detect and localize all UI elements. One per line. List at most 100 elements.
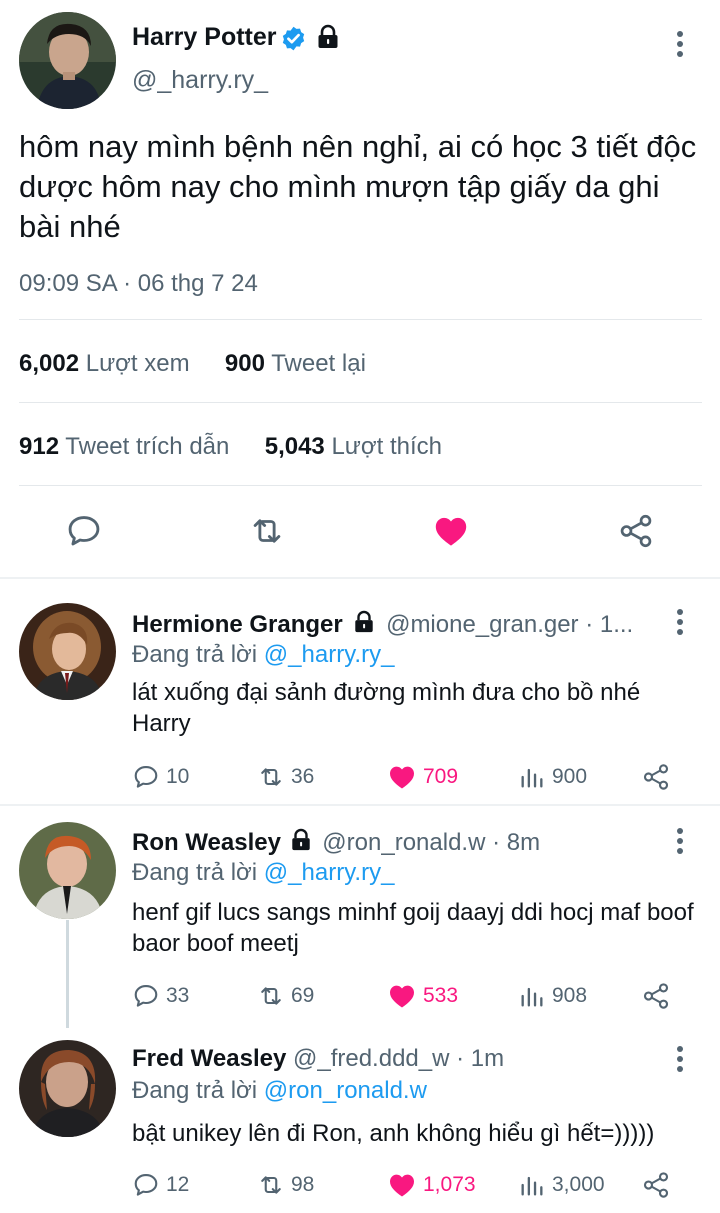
retweet-count-button[interactable]: 69 <box>257 981 314 1011</box>
like-count: 533 <box>423 984 459 1007</box>
reply-count-button[interactable]: 12 <box>132 1170 189 1200</box>
reply-author-handle[interactable]: @ron_ronald.w · 8m <box>322 829 540 856</box>
retweet-count: 69 <box>291 984 315 1007</box>
reply-text: henf gif lucs sangs minhf goij daayj ddi… <box>132 899 694 957</box>
more-options-icon[interactable] <box>676 1046 684 1072</box>
reply-metrics: 12 98 1,073 3,000 <box>132 1170 677 1200</box>
reply-author-name[interactable]: Hermione Granger <box>132 611 343 638</box>
like-count-button[interactable]: 533 <box>387 981 458 1011</box>
replying-to-label: Đang trả lời <box>132 1077 264 1104</box>
reply-author-handle[interactable]: @_fred.ddd_w · 1m <box>293 1045 504 1072</box>
share-icon[interactable] <box>641 762 671 792</box>
retweet-icon <box>261 768 281 786</box>
main-tweet: Harry Potter @_harry.ry_ hôm nay mình bệ… <box>0 0 720 578</box>
views-button[interactable]: 900 <box>518 762 587 792</box>
thread-line <box>66 920 69 1028</box>
views-count: 900 <box>552 765 588 788</box>
replying-to-handle[interactable]: @_harry.ry_ <box>264 859 395 886</box>
reply-count-button[interactable]: 33 <box>132 981 189 1011</box>
reply-avatar[interactable] <box>19 822 116 919</box>
views-count: 6,002 <box>19 350 80 377</box>
retweets-label: Tweet lại <box>271 350 366 377</box>
views-count: 908 <box>552 984 588 1007</box>
share-icon[interactable] <box>641 1170 671 1200</box>
reply-author-name[interactable]: Ron Weasley <box>132 829 281 856</box>
reply-avatar[interactable] <box>19 1040 116 1137</box>
replying-to-handle[interactable]: @_harry.ry_ <box>264 641 395 668</box>
share-icon[interactable] <box>641 981 671 1011</box>
reply-tweet[interactable]: Fred Weasley @_fred.ddd_w · 1m Đang trả … <box>0 1026 720 1213</box>
like-count: 1,073 <box>423 1173 476 1196</box>
heart-icon[interactable] <box>432 512 470 550</box>
views-label: Lượt xem <box>85 350 190 377</box>
replying-to-handle[interactable]: @ron_ronald.w <box>264 1077 427 1104</box>
author-name[interactable]: Harry Potter <box>132 23 277 52</box>
like-count-button[interactable]: 709 <box>387 762 458 792</box>
reply-icon <box>134 1174 158 1196</box>
views-chart-icon <box>521 768 543 788</box>
quotes-label: Tweet trích dẫn <box>65 433 230 460</box>
views-button[interactable]: 3,000 <box>518 1170 605 1200</box>
replying-to-label: Đang trả lời <box>132 641 264 668</box>
reply-tweet[interactable]: Hermione Granger @mione_gran.ger · 1... … <box>0 579 720 806</box>
lock-icon <box>318 24 338 48</box>
reply-count: 10 <box>166 765 190 788</box>
views-button[interactable]: 908 <box>518 981 587 1011</box>
views-stat[interactable]: 6,002 Lượt xem <box>19 350 196 377</box>
more-options-icon[interactable] <box>676 31 684 57</box>
reply-metrics: 10 36 709 900 <box>132 762 677 792</box>
retweet-icon[interactable] <box>248 512 286 550</box>
reply-count-button[interactable]: 10 <box>132 762 189 792</box>
like-count: 709 <box>423 765 459 788</box>
quotes-stat[interactable]: 912 Tweet trích dẫn <box>19 433 236 460</box>
retweet-count: 98 <box>291 1173 315 1196</box>
quotes-count: 912 <box>19 433 60 460</box>
views-chart-icon <box>521 987 543 1007</box>
reply-count: 12 <box>166 1173 190 1196</box>
reply-header: Fred Weasley @_fred.ddd_w · 1m <box>132 1045 662 1073</box>
replying-to: Đang trả lời @_harry.ry_ <box>132 641 394 669</box>
reply-header: Ron Weasley @ron_ronald.w · 8m <box>132 828 662 857</box>
heart-icon <box>390 766 414 789</box>
retweets-count: 900 <box>224 350 265 377</box>
share-icon[interactable] <box>617 512 655 550</box>
retweet-count-button[interactable]: 36 <box>257 762 314 792</box>
stats-row-2: 912 Tweet trích dẫn 5,043 Lượt thích <box>19 433 442 461</box>
likes-stat[interactable]: 5,043 Lượt thích <box>265 433 442 460</box>
more-options-icon[interactable] <box>676 828 684 854</box>
reply-text: lát xuống đại sảnh đường mình đưa cho bồ… <box>132 679 641 737</box>
reply-header: Hermione Granger @mione_gran.ger · 1... <box>132 610 662 639</box>
divider <box>19 485 702 486</box>
reply-text: bật unikey lên đi Ron, anh không hiểu gì… <box>132 1120 655 1147</box>
tweet-timestamp[interactable]: 09:09 SA · 06 thg 7 24 <box>19 270 258 298</box>
likes-count: 5,043 <box>264 433 325 460</box>
author-handle[interactable]: @_harry.ry_ <box>132 66 268 95</box>
stats-row-1: 6,002 Lượt xem 900 Tweet lại <box>19 350 366 378</box>
reply-author-handle[interactable]: @mione_gran.ger · 1... <box>386 611 633 638</box>
reply-icon <box>134 985 158 1007</box>
tweet-text: hôm nay mình bệnh nên nghỉ, ai có học 3 … <box>19 129 697 244</box>
lock-icon <box>291 828 310 851</box>
replying-to-label: Đang trả lời <box>132 859 264 886</box>
author-avatar[interactable] <box>19 12 116 109</box>
reply-metrics: 33 69 533 908 <box>132 981 677 1011</box>
like-count-button[interactable]: 1,073 <box>387 1170 476 1200</box>
replying-to: Đang trả lời @ron_ronald.w <box>132 1077 427 1105</box>
likes-label: Lượt thích <box>331 433 442 460</box>
lock-icon <box>355 610 374 633</box>
reply-avatar[interactable] <box>19 603 116 700</box>
reply-tweet[interactable]: Ron Weasley @ron_ronald.w · 8m Đang trả … <box>0 806 720 1028</box>
reply-icon[interactable] <box>65 512 103 550</box>
views-chart-icon <box>521 1176 543 1196</box>
retweet-icon <box>261 987 281 1005</box>
divider <box>19 402 702 403</box>
verified-badge-icon <box>282 26 305 51</box>
reply-author-name[interactable]: Fred Weasley <box>132 1045 286 1072</box>
retweet-count: 36 <box>291 765 315 788</box>
retweet-count-button[interactable]: 98 <box>257 1170 314 1200</box>
reply-icon <box>134 766 158 788</box>
retweets-stat[interactable]: 900 Tweet lại <box>225 350 366 377</box>
reply-count: 33 <box>166 984 190 1007</box>
retweet-icon <box>261 1176 281 1194</box>
more-options-icon[interactable] <box>676 609 684 635</box>
